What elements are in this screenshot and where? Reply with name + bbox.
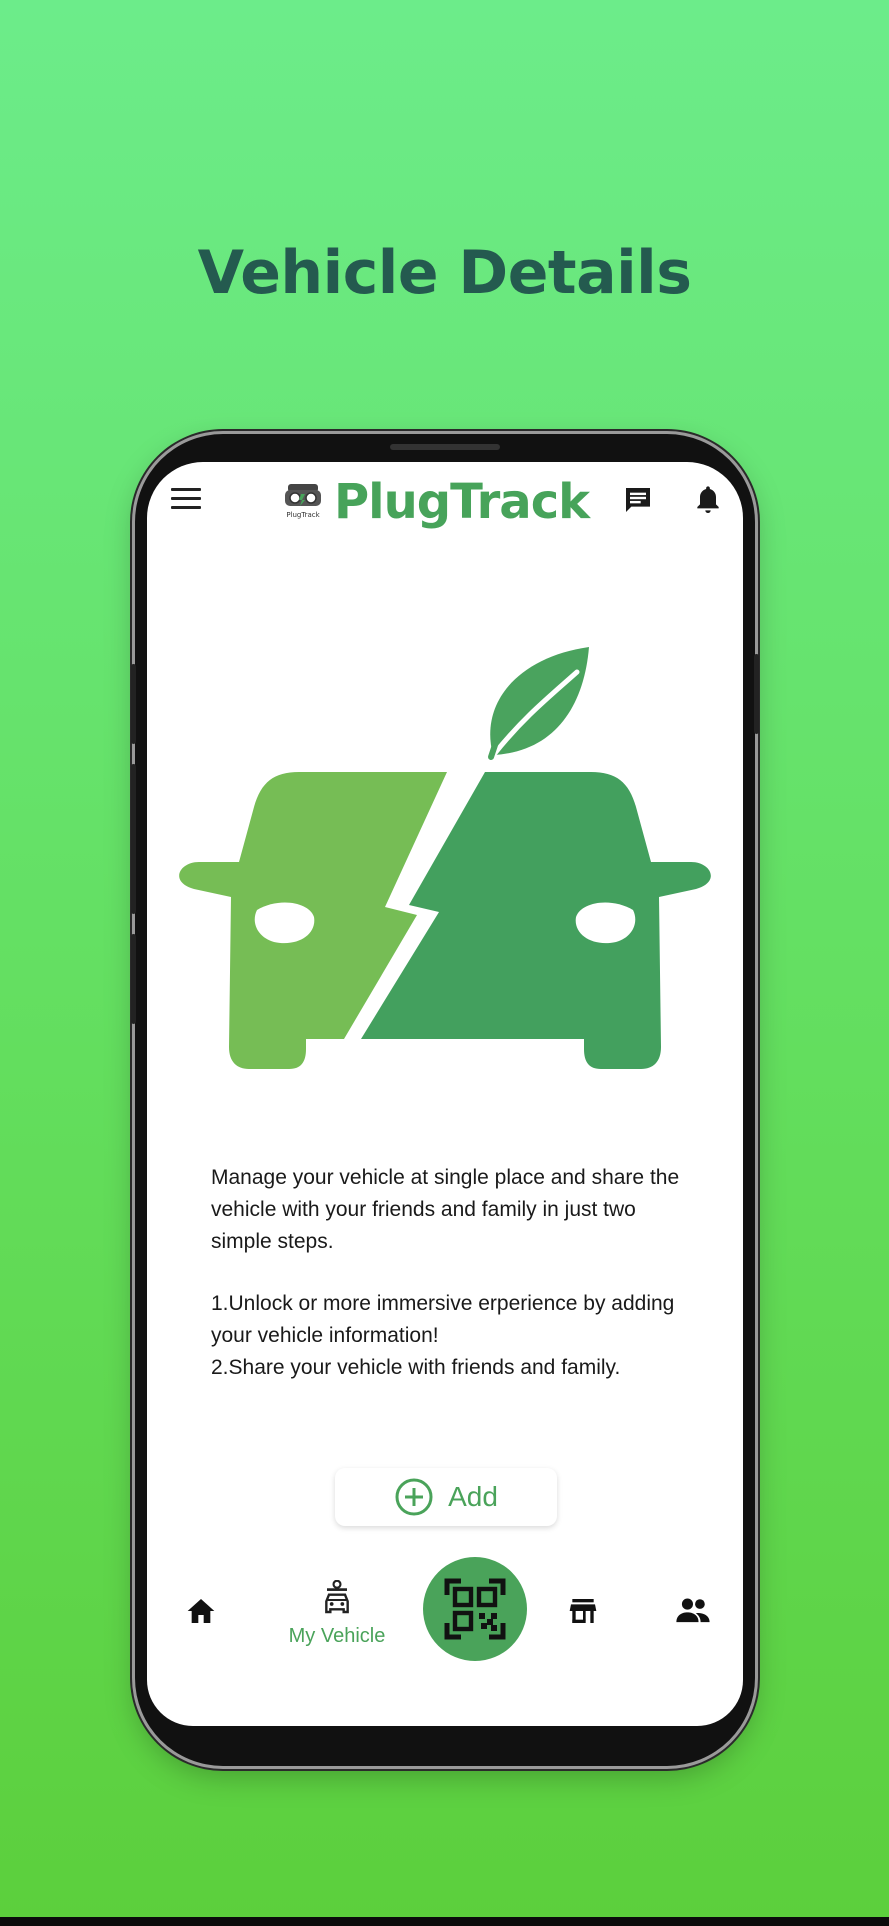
brand-logo-icon: PlugTrack [285, 484, 321, 519]
description: Manage your vehicle at single place and … [211, 1162, 691, 1384]
page-headline: Vehicle Details [197, 238, 692, 308]
description-step-2: 2.Share your vehicle with friends and fa… [211, 1356, 621, 1379]
nav-my-vehicle[interactable]: My Vehicle [277, 1579, 397, 1648]
phone-side-button [131, 764, 136, 914]
qr-code-icon [444, 1578, 506, 1640]
description-intro: Manage your vehicle at single place and … [211, 1166, 680, 1253]
plus-circle-icon [395, 1478, 433, 1516]
phone-frame: PlugTrack PlugTrack Manage your vehicle … [131, 434, 759, 1766]
app-screen: PlugTrack PlugTrack Manage your vehicle … [147, 462, 743, 1726]
qr-scan-button[interactable] [423, 1557, 527, 1661]
ev-car-illustration [179, 647, 711, 1069]
add-vehicle-button[interactable]: Add [335, 1468, 557, 1526]
nav-people[interactable] [673, 1595, 713, 1631]
brand: PlugTrack PlugTrack [282, 472, 590, 532]
chat-icon[interactable] [622, 484, 654, 516]
svg-text:PlugTrack: PlugTrack [286, 511, 320, 519]
nav-store[interactable] [565, 1595, 601, 1631]
nav-home[interactable] [183, 1595, 219, 1631]
description-step-1: 1.Unlock or more immersive erperience by… [211, 1292, 675, 1347]
phone-speaker [390, 444, 500, 450]
add-button-label: Add [448, 1481, 498, 1512]
car-key-icon [325, 1579, 349, 1614]
bottom-edge [0, 1917, 889, 1926]
app-top-bar: PlugTrack PlugTrack [147, 462, 743, 542]
phone-side-button [131, 934, 136, 1024]
my-vehicle-label: My Vehicle [288, 1625, 386, 1647]
phone-side-button [131, 664, 136, 744]
store-icon [569, 1599, 597, 1623]
people-icon [676, 1598, 710, 1623]
bell-icon[interactable] [692, 482, 724, 516]
home-icon [187, 1599, 215, 1623]
hamburger-menu-icon[interactable] [171, 488, 201, 512]
brand-name: PlugTrack [334, 474, 590, 530]
phone-side-button [754, 654, 759, 734]
